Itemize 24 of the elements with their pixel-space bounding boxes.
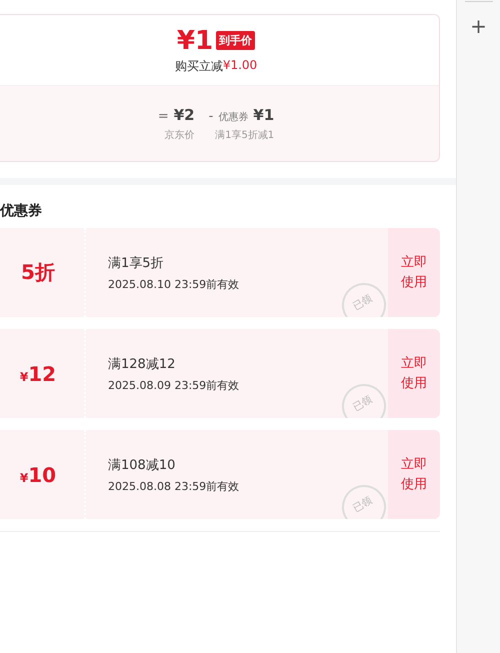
use-button[interactable]: 立即使用 (388, 430, 440, 519)
coupon-expiry: 2025.08.10 23:59前有效 (108, 276, 240, 292)
operator-sign: = (158, 108, 169, 124)
operator-sign: - (208, 108, 214, 124)
coupon-value: ¥12 (20, 362, 56, 386)
breakdown-caption: 满1享5折减1 (215, 128, 274, 142)
breakdown-amount: ¥1 (253, 106, 274, 124)
coupon-expiry: 2025.08.09 23:59前有效 (108, 378, 240, 392)
saving-amount: ¥1.00 (222, 58, 258, 74)
add-button[interactable]: + (466, 14, 491, 38)
coupon-expiry: 2025.08.08 23:59前有效 (108, 478, 240, 494)
price-badge: 到手价 (216, 31, 256, 50)
coupon-condition: 满108减10 (108, 456, 176, 474)
breakdown-label: 优惠券 (218, 110, 248, 124)
use-button[interactable]: 立即使用 (388, 228, 440, 317)
final-price: ¥1 (176, 26, 214, 56)
breakdown-amount: ¥2 (174, 106, 195, 124)
coupon-value: ¥10 (20, 462, 56, 486)
use-button[interactable]: 立即使用 (388, 329, 440, 418)
coupon-condition: 满128减12 (108, 356, 176, 372)
coupon-condition: 满1享5折 (108, 254, 165, 272)
coupon-value: 5折 (21, 259, 55, 286)
breakdown-caption: 京东价 (164, 128, 195, 142)
saving-label: 购买立减 (174, 58, 223, 74)
